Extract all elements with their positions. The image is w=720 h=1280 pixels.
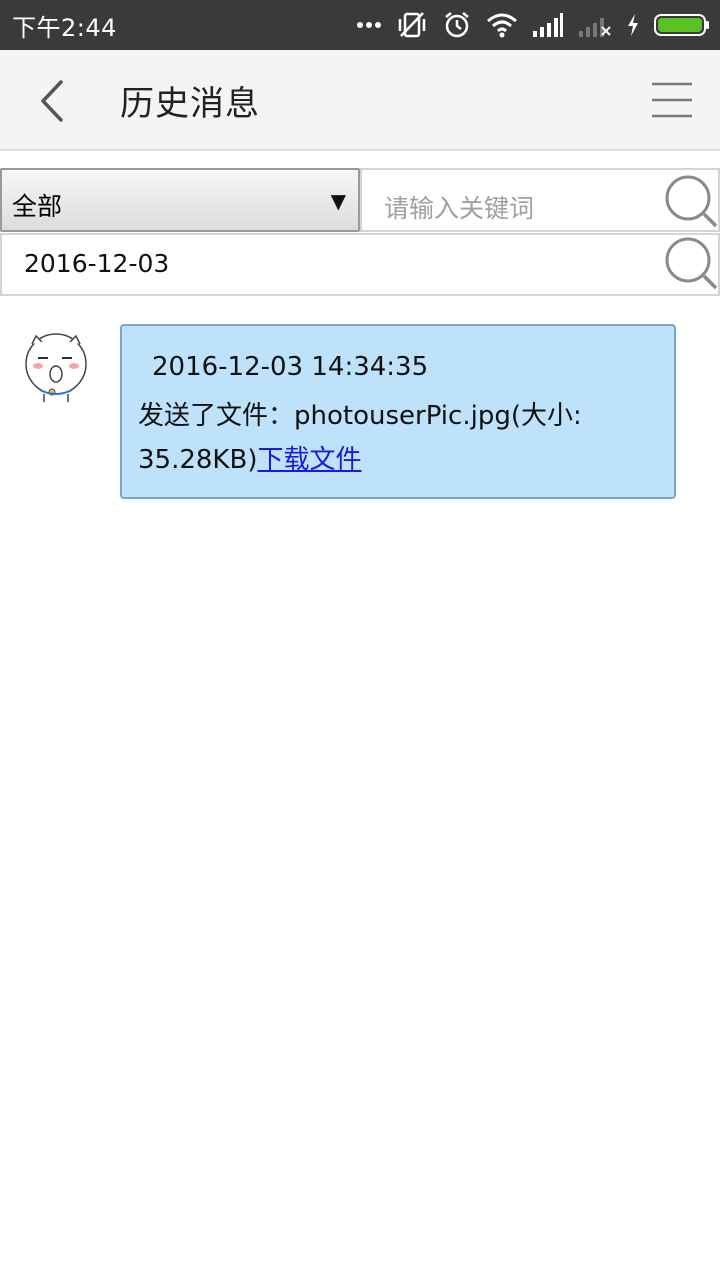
title-bar: 历史消息 [0, 50, 720, 151]
status-icons [356, 8, 710, 42]
date-input[interactable]: 2016-12-03 [0, 233, 720, 296]
menu-icon[interactable] [650, 80, 694, 120]
keyword-input[interactable]: 请输入关键词 [360, 168, 720, 232]
alarm-icon [445, 12, 469, 38]
search-icon[interactable] [662, 234, 718, 290]
date-value: 2016-12-03 [24, 249, 170, 278]
avatar[interactable] [22, 328, 90, 404]
status-time: 下午2:44 [12, 14, 117, 42]
search-icon[interactable] [662, 172, 718, 228]
message-timestamp: 2016-12-03 14:34:35 [152, 352, 429, 382]
page-title: 历史消息 [120, 84, 260, 124]
signal-no-sim-icon [579, 18, 611, 37]
keyword-placeholder: 请输入关键词 [384, 194, 535, 223]
download-file-link[interactable]: 下载文件 [257, 445, 361, 475]
message-bubble: 2016-12-03 14:34:35 发送了文件：photouserPic.j… [120, 324, 676, 499]
vibrate-off-icon [398, 12, 426, 38]
message-type-select[interactable]: 全部 ▼ [0, 168, 360, 232]
message-type-selected: 全部 [12, 192, 63, 221]
message-text: 发送了文件：photouserPic.jpg(大小: 35.28KB)下载文件 [138, 394, 658, 482]
wifi-icon [487, 13, 517, 38]
signal-icon [533, 13, 563, 37]
battery-icon [654, 14, 709, 36]
dropdown-caret-icon: ▼ [330, 189, 346, 213]
charging-icon [628, 14, 638, 36]
status-bar: 下午2:44 [0, 0, 720, 50]
back-arrow-icon[interactable] [28, 76, 78, 126]
filter-row: 全部 ▼ 请输入关键词 [0, 168, 720, 233]
more-dots-icon [357, 22, 381, 28]
